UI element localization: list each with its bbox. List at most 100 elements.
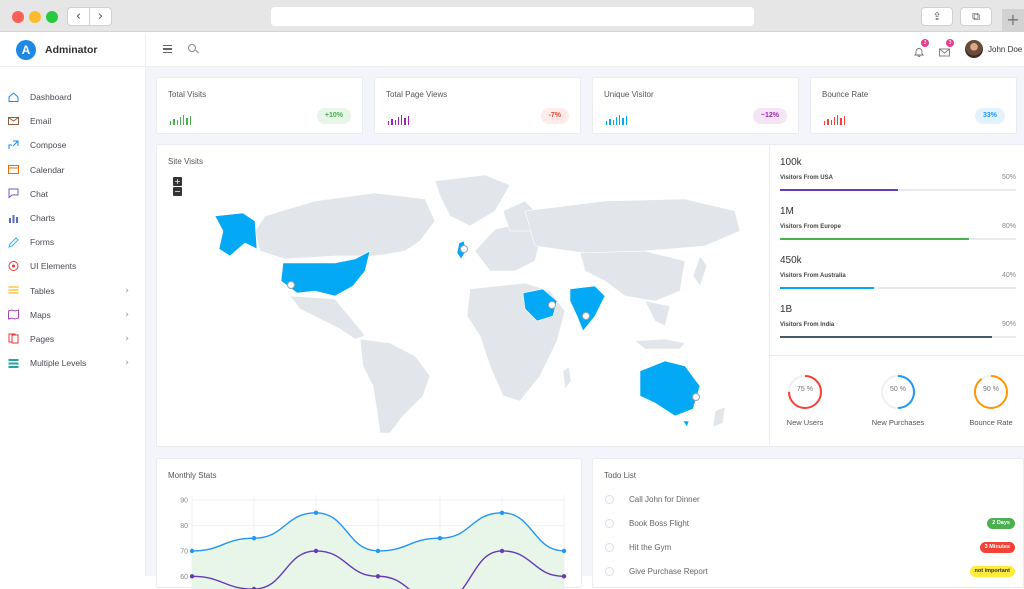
zoom-in-button[interactable]: + <box>173 177 182 186</box>
sidebar-item-multiple-levels[interactable]: Multiple Levels › <box>0 351 145 375</box>
todo-checkbox[interactable] <box>605 518 614 528</box>
map-marker-australia[interactable] <box>692 393 700 401</box>
notifications-bell-icon[interactable]: 3 <box>913 39 929 57</box>
sparkline-bar <box>840 118 842 125</box>
todo-checkbox[interactable] <box>605 566 614 576</box>
sidebar-item-compose[interactable]: Compose <box>0 133 145 157</box>
todo-item[interactable]: Hit the Gym 3 Minutes <box>605 535 1015 559</box>
map-marker-saudi-arabia[interactable] <box>548 301 556 309</box>
main-content: Total Visits +10% Total Page Views -7% Uniqu… <box>146 67 1024 589</box>
search-icon[interactable] <box>188 44 196 52</box>
visitor-stat-label: Visitors From USA <box>780 175 833 181</box>
donut-label: New Purchases <box>871 418 925 427</box>
map-marker-usa[interactable] <box>287 281 295 289</box>
mail-icon <box>8 116 19 126</box>
sparkline-bar <box>606 121 608 125</box>
visitor-stat-progress-fill <box>780 238 969 240</box>
sparkline-bar <box>404 118 406 125</box>
visitor-stat-progress-fill <box>780 287 875 289</box>
donut-stat: 50 % <box>878 372 918 417</box>
sidebar-item-pages[interactable]: Pages › <box>0 327 145 351</box>
india-region[interactable] <box>569 285 606 332</box>
todo-text: Hit the Gym <box>629 542 672 552</box>
hamburger-menu-icon[interactable] <box>163 45 172 55</box>
chevron-right-icon: › <box>125 333 129 344</box>
kpi-sparkline <box>824 115 846 125</box>
todo-checkbox[interactable] <box>605 542 614 552</box>
sparkline-bar <box>833 117 836 125</box>
sparkline-bar <box>827 119 829 125</box>
sidebar-item-label: Chat <box>30 188 48 199</box>
data-point[interactable] <box>313 510 319 515</box>
chevron-right-icon: › <box>125 285 129 296</box>
sidebar-item-calendar[interactable]: Calendar <box>0 158 145 182</box>
data-point[interactable] <box>313 548 319 554</box>
todo-item[interactable]: Call John for Dinner <box>605 487 1015 511</box>
sidebar-item-label: Pages <box>30 333 55 344</box>
visitor-stat-progress-track <box>780 238 1016 240</box>
brand[interactable]: A Adminator <box>0 33 145 67</box>
data-point[interactable] <box>375 574 381 579</box>
data-point[interactable] <box>189 574 195 579</box>
sparkline-bar <box>609 119 611 125</box>
map-marker-india[interactable] <box>582 312 590 320</box>
sparkline-bar <box>394 120 396 125</box>
site-visits-card: Site Visits + − 75 % New Users 50 % New … <box>156 144 1024 447</box>
todo-checkbox[interactable] <box>605 494 614 504</box>
todo-list-card: Todo List Call John for Dinner Book Boss … <box>592 458 1024 588</box>
kpi-change-badge: ~12% <box>752 108 787 124</box>
kpi-change-badge: 33% <box>974 108 1005 124</box>
kpi-sparkline <box>388 115 410 125</box>
notifications-count-badge: 3 <box>921 39 929 47</box>
kpi-title: Bounce Rate <box>822 90 869 99</box>
data-point[interactable] <box>375 548 381 554</box>
sidebar-item-label: Calendar <box>30 164 65 175</box>
visitor-stats-panel: 75 % New Users 50 % New Purchases 90 % Bounce… <box>769 145 1024 447</box>
user-avatar[interactable] <box>965 40 983 58</box>
sidebar-item-ui-elements[interactable]: UI Elements <box>0 254 145 278</box>
user-name[interactable]: John Doe <box>988 45 1022 54</box>
australia-region[interactable] <box>639 360 701 417</box>
sidebar-item-email[interactable]: Email <box>0 109 145 133</box>
minimize-window-button[interactable] <box>29 11 41 23</box>
forward-button[interactable]: › <box>90 8 111 25</box>
todo-item[interactable]: Give Purchase Report not important <box>605 559 1015 583</box>
sidebar-item-maps[interactable]: Maps › <box>0 303 145 327</box>
visitor-stat-percent: 90% <box>1001 321 1016 328</box>
messages-mail-icon[interactable]: 3 <box>939 39 954 57</box>
sidebar-item-chat[interactable]: Chat <box>0 182 145 206</box>
zoom-window-button[interactable] <box>46 11 58 23</box>
data-point[interactable] <box>499 548 505 554</box>
visitor-stat-value: 450k <box>780 255 802 266</box>
data-point[interactable] <box>251 535 257 541</box>
new-tab-button[interactable]: + <box>1002 9 1024 32</box>
share-button[interactable]: ⇪ <box>921 7 953 26</box>
close-window-button[interactable] <box>12 11 24 23</box>
back-button[interactable]: ‹ <box>68 8 90 25</box>
sidebar-item-charts[interactable]: Charts <box>0 206 145 230</box>
sidebar-item-tables[interactable]: Tables › <box>0 279 145 303</box>
data-point[interactable] <box>561 574 567 579</box>
tabs-overview-button[interactable]: ⧉ <box>960 7 992 26</box>
world-map[interactable] <box>185 171 765 441</box>
todo-item[interactable]: Book Boss Flight 2 Days <box>605 511 1015 535</box>
alaska-region[interactable] <box>214 212 258 257</box>
sidebar-item-dashboard[interactable]: Dashboard <box>0 85 145 109</box>
visitor-stat-progress-fill <box>780 336 993 338</box>
logo-icon: A <box>16 39 36 60</box>
address-bar[interactable] <box>271 7 754 26</box>
todo-text: Book Boss Flight <box>629 518 690 528</box>
zoom-out-button[interactable]: − <box>173 187 182 196</box>
data-point[interactable] <box>437 535 443 541</box>
sidebar-item-label: Tables <box>30 285 55 296</box>
donut-stats-row: 75 % New Users 50 % New Purchases 90 % Bounce… <box>770 355 1024 427</box>
map-marker-uk[interactable] <box>460 245 468 253</box>
tasmania-region[interactable] <box>682 420 690 428</box>
sidebar-item-forms[interactable]: Forms <box>0 230 145 254</box>
data-point[interactable] <box>561 548 567 554</box>
top-header: 3 3 John Doe <box>146 33 1024 67</box>
sparkline-bar <box>824 121 826 125</box>
data-point[interactable] <box>499 510 505 515</box>
data-point[interactable] <box>189 548 195 554</box>
kpi-change-badge: -7% <box>540 108 569 124</box>
